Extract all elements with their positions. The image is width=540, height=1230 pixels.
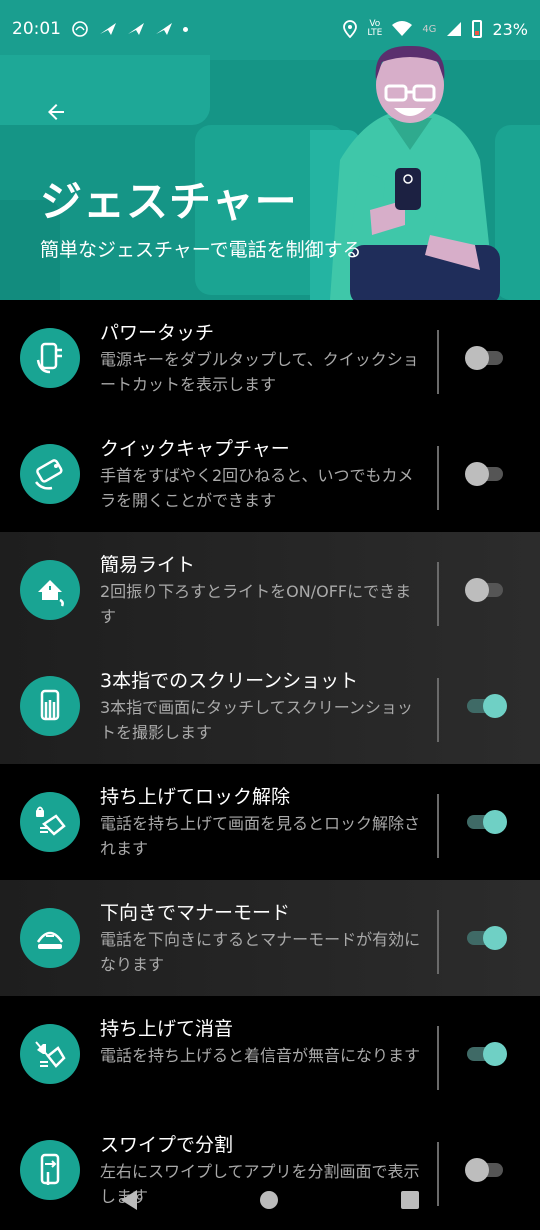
volte-label-bottom: LTE bbox=[367, 28, 383, 38]
divider bbox=[437, 794, 439, 858]
status-bar: 20:01 Vo LTE 4G 23% bbox=[0, 0, 540, 58]
gesture-title: 持ち上げて消音 bbox=[100, 1018, 234, 1040]
arrow-back-icon bbox=[48, 104, 64, 120]
gesture-title: クイックキャプチャー bbox=[100, 438, 290, 460]
divider bbox=[437, 446, 439, 510]
gesture-description: 3本指で画面にタッチしてスクリーンショットを撮影します bbox=[100, 698, 413, 742]
send-notification-icon bbox=[156, 23, 172, 35]
divider bbox=[437, 330, 439, 394]
status-time: 20:01 bbox=[12, 19, 61, 39]
gesture-title: 下向きでマナーモード bbox=[100, 902, 291, 924]
flip-silent-icon bbox=[20, 908, 80, 968]
location-icon bbox=[343, 20, 358, 38]
send-notification-icon bbox=[128, 23, 144, 35]
flashlight-chop-icon bbox=[20, 560, 80, 620]
quick-capture-toggle[interactable] bbox=[465, 462, 507, 486]
three-finger-screenshot-toggle[interactable] bbox=[465, 694, 507, 718]
power-touch-toggle[interactable] bbox=[465, 346, 507, 370]
battery-percent: 23% bbox=[492, 19, 528, 39]
send-notification-icon bbox=[100, 23, 116, 35]
volte-icon: Vo LTE bbox=[367, 20, 382, 38]
gesture-list: パワータッチ 電源キーをダブルタップして、クイックショートカットを表示します ク… bbox=[0, 300, 540, 1228]
battery-icon bbox=[472, 20, 483, 38]
gesture-description: 電源キーをダブルタップして、クイックショートカットを表示します bbox=[100, 350, 419, 394]
back-button[interactable] bbox=[36, 92, 76, 132]
gesture-row-lift-unlock[interactable]: 持ち上げてロック解除 電話を持ち上げて画面を見るとロック解除されます bbox=[0, 764, 540, 880]
gesture-description: 電話を下向きにするとマナーモードが有効になります bbox=[100, 930, 421, 974]
nav-home-icon[interactable] bbox=[259, 1191, 278, 1209]
divider bbox=[437, 678, 439, 742]
gesture-title: 3本指でのスクリーンショット bbox=[100, 670, 359, 692]
gesture-row-quick-capture[interactable]: クイックキャプチャー 手首をすばやく2回ひねると、いつでもカメラを開くことができ… bbox=[0, 416, 540, 532]
lift-mute-toggle[interactable] bbox=[465, 1042, 507, 1066]
three-finger-screenshot-icon bbox=[20, 676, 80, 736]
gesture-description: 手首をすばやく2回ひねると、いつでもカメラを開くことができます bbox=[100, 466, 414, 510]
flashlight-toggle[interactable] bbox=[465, 578, 507, 602]
gesture-row-three-finger-screenshot[interactable]: 3本指でのスクリーンショット 3本指で画面にタッチしてスクリーンショットを撮影し… bbox=[0, 648, 540, 764]
wifi-icon bbox=[392, 21, 413, 36]
divider bbox=[437, 910, 439, 974]
divider bbox=[437, 562, 439, 626]
lift-mute-icon bbox=[20, 1024, 80, 1084]
flip-silent-toggle[interactable] bbox=[465, 926, 507, 950]
gesture-title: 持ち上げてロック解除 bbox=[100, 786, 291, 808]
cell-signal-icon bbox=[447, 22, 462, 36]
page-subtitle: 簡単なジェスチャーで電話を制御する bbox=[40, 239, 362, 261]
quick-capture-icon bbox=[20, 444, 80, 504]
gesture-row-flip-silent[interactable]: 下向きでマナーモード 電話を下向きにするとマナーモードが有効になります bbox=[0, 880, 540, 996]
more-notifications-dot-icon bbox=[183, 26, 188, 32]
lift-unlock-toggle[interactable] bbox=[465, 810, 507, 834]
gesture-title: パワータッチ bbox=[100, 322, 215, 344]
gesture-description: 電話を持ち上げると着信音が無音になります bbox=[100, 1046, 421, 1065]
nav-recents-icon[interactable] bbox=[400, 1191, 419, 1209]
lift-unlock-icon bbox=[20, 792, 80, 852]
power-touch-icon bbox=[20, 328, 80, 388]
notification-icon bbox=[72, 21, 88, 37]
gesture-description: 2回振り下ろすとライトをON/OFFにできます bbox=[100, 582, 412, 626]
header-decor-shape bbox=[0, 55, 210, 125]
gesture-title: スワイプで分割 bbox=[100, 1134, 234, 1156]
gesture-title: 簡易ライト bbox=[100, 554, 196, 576]
gesture-row-power-touch[interactable]: パワータッチ 電源キーをダブルタップして、クイックショートカットを表示します bbox=[0, 300, 540, 416]
page-title: ジェスチャー bbox=[40, 177, 298, 226]
gesture-row-flashlight[interactable]: 簡易ライト 2回振り下ろすとライトをON/OFFにできます bbox=[0, 532, 540, 648]
nav-back-icon[interactable] bbox=[121, 1190, 138, 1210]
navigation-bar bbox=[0, 1170, 540, 1230]
signal-type-label: 4G bbox=[422, 23, 437, 35]
divider bbox=[437, 1026, 439, 1090]
gesture-description: 電話を持ち上げて画面を見るとロック解除されます bbox=[100, 814, 421, 858]
gesture-row-lift-mute[interactable]: 持ち上げて消音 電話を持ち上げると着信音が無音になります bbox=[0, 996, 540, 1112]
